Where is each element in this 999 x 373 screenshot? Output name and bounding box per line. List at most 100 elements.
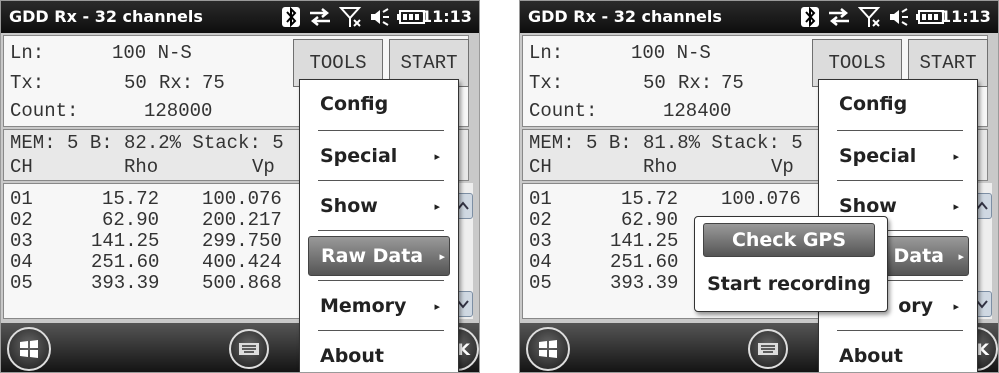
- windows-logo-icon: [20, 340, 38, 358]
- menu-item-label: About: [320, 345, 384, 367]
- bluetooth-icon[interactable]: [281, 6, 301, 28]
- row-vp: 400.424: [202, 251, 282, 273]
- submenu-arrow-icon: ▸: [434, 199, 440, 213]
- submenu-arrow-icon: ▸: [953, 149, 959, 163]
- col-rho: Rho: [124, 156, 159, 178]
- keyboard-icon: [758, 343, 778, 355]
- menu-item-label: Config: [320, 93, 389, 115]
- title-bar: GDD Rx - 32 channels 11:13: [1, 1, 479, 33]
- row-ch: 01: [10, 188, 33, 210]
- submenu-item-check-gps[interactable]: Check GPS: [703, 223, 875, 257]
- status-icons: [800, 5, 946, 29]
- rx-label: Rx:: [678, 72, 713, 94]
- menu-separator: [318, 180, 444, 181]
- menu-item-label: Data: [893, 245, 945, 267]
- row-rho: 141.25: [610, 230, 679, 252]
- row-ch: 04: [10, 251, 33, 273]
- menu-item-label: ory: [898, 295, 933, 317]
- bluetooth-icon[interactable]: [800, 6, 820, 28]
- menu-separator: [837, 330, 963, 331]
- menu-separator: [318, 280, 444, 281]
- submenu-arrow-icon: ▸: [434, 149, 440, 163]
- windows-logo-icon: [539, 340, 557, 358]
- clock: 11:13: [940, 7, 991, 26]
- submenu-item-start-recording[interactable]: Start recording: [703, 267, 875, 301]
- col-ch: CH: [10, 156, 33, 178]
- row-ch: 03: [529, 230, 552, 252]
- row-rho: 141.25: [91, 230, 160, 252]
- clock: 11:13: [421, 7, 472, 26]
- tx-value: 50: [643, 72, 666, 94]
- row-ch: 03: [10, 230, 33, 252]
- row-rho: 15.72: [621, 188, 679, 210]
- menu-item-about[interactable]: About: [308, 334, 450, 372]
- sync-arrows-icon[interactable]: [826, 6, 852, 28]
- tx-label: Tx:: [10, 72, 45, 94]
- row-rho: 62.90: [621, 209, 679, 231]
- row-rho: 251.60: [91, 251, 160, 273]
- mem-line: MEM: 5 B: 82.2% Stack: 5: [10, 132, 284, 154]
- submenu-item-label: Check GPS: [731, 229, 847, 251]
- count-value: 128000: [144, 100, 213, 122]
- sync-arrows-icon[interactable]: [307, 6, 333, 28]
- menu-item-special[interactable]: Special ▸: [827, 134, 969, 178]
- menu-separator: [837, 130, 963, 131]
- submenu-arrow-icon: ▸: [958, 249, 964, 263]
- row-rho: 251.60: [610, 251, 679, 273]
- submenu-arrow-icon: ▸: [434, 299, 440, 313]
- menu-item-show[interactable]: Show ▸: [308, 184, 450, 228]
- tx-value: 50: [124, 72, 147, 94]
- no-signal-icon[interactable]: [339, 6, 363, 28]
- title-bar: GDD Rx - 32 channels 11:13: [520, 1, 998, 33]
- no-signal-icon[interactable]: [858, 6, 882, 28]
- left-screen: GDD Rx - 32 channels 11:13 Ln: 100 N-S T…: [0, 0, 480, 373]
- row-ch: 01: [529, 188, 552, 210]
- menu-separator: [318, 130, 444, 131]
- raw-data-submenu: Check GPS Start recording: [694, 216, 888, 312]
- row-ch: 05: [10, 272, 33, 294]
- rx-value: 75: [721, 72, 744, 94]
- menu-item-label: Show: [839, 195, 897, 217]
- row-ch: 02: [10, 209, 33, 231]
- col-ch: CH: [529, 156, 552, 178]
- row-ch: 02: [529, 209, 552, 231]
- menu-item-config[interactable]: Config: [308, 82, 450, 126]
- menu-item-raw-data[interactable]: Raw Data ▸: [308, 236, 450, 276]
- row-vp: 100.076: [202, 188, 282, 210]
- start-menu-button[interactable]: [526, 327, 570, 371]
- start-menu-button[interactable]: [7, 327, 51, 371]
- col-vp: Vp: [252, 156, 275, 178]
- app-title: GDD Rx - 32 channels: [9, 7, 203, 26]
- row-rho: 62.90: [102, 209, 160, 231]
- keyboard-button[interactable]: [748, 329, 788, 369]
- row-rho: 393.39: [91, 272, 160, 294]
- menu-separator: [837, 180, 963, 181]
- menu-item-special[interactable]: Special ▸: [308, 134, 450, 178]
- menu-item-about[interactable]: About: [827, 334, 969, 372]
- submenu-arrow-icon: ▸: [953, 199, 959, 213]
- row-ch: 05: [529, 272, 552, 294]
- menu-item-label: Show: [320, 195, 378, 217]
- keyboard-button[interactable]: [229, 329, 269, 369]
- menu-item-label: About: [839, 345, 903, 367]
- tx-label: Tx:: [529, 72, 564, 94]
- rx-label: Rx:: [159, 72, 194, 94]
- menu-item-label: Special: [320, 145, 398, 167]
- ln-value: 100 N-S: [631, 42, 711, 64]
- menu-item-label: Config: [839, 93, 908, 115]
- keyboard-icon: [239, 343, 259, 355]
- menu-item-label: Memory: [320, 295, 407, 317]
- status-icons: [281, 5, 427, 29]
- menu-item-memory[interactable]: Memory ▸: [308, 284, 450, 328]
- ln-value: 100 N-S: [112, 42, 192, 64]
- menu-item-label: Special: [839, 145, 917, 167]
- volume-icon[interactable]: [369, 6, 391, 28]
- row-ch: 04: [529, 251, 552, 273]
- right-screen: GDD Rx - 32 channels 11:13 Ln: 100 N-S T…: [519, 0, 999, 373]
- menu-item-config[interactable]: Config: [827, 82, 969, 126]
- volume-icon[interactable]: [888, 6, 910, 28]
- row-vp: 500.868: [202, 272, 282, 294]
- menu-separator: [318, 330, 444, 331]
- mem-line: MEM: 5 B: 81.8% Stack: 5: [529, 132, 803, 154]
- menu-item-label: Raw Data: [321, 245, 424, 267]
